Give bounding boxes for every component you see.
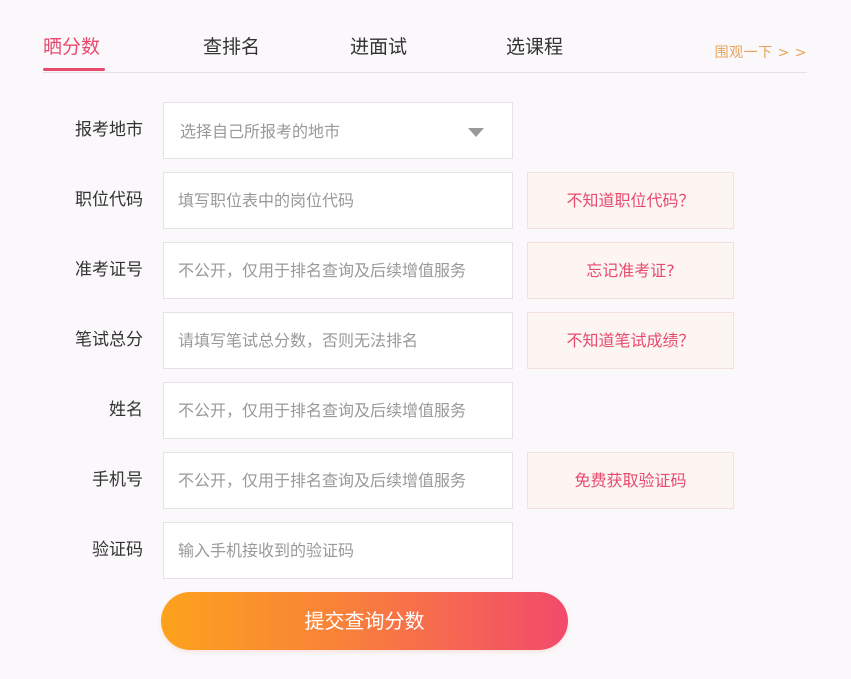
tab-bar: 晒分数 查排名 进面试 选课程 围观一下 > > (43, 0, 807, 73)
chevron-down-icon[interactable] (468, 128, 484, 137)
active-tab-indicator (43, 68, 105, 71)
unknown-written-score-button[interactable]: 不知道笔试成绩？ (527, 312, 734, 369)
phone-input[interactable] (164, 453, 512, 508)
name-label: 姓名 (109, 400, 143, 420)
tab-courses[interactable]: 选课程 (506, 32, 563, 59)
verify-code-row: 验证码 (0, 522, 851, 579)
region-row: 报考地市 选择自己所报考的地市 (0, 102, 851, 159)
name-field-wrap (163, 382, 513, 439)
tab-interview[interactable]: 进面试 (350, 32, 407, 59)
get-verify-code-button[interactable]: 免费获取验证码 (527, 452, 734, 509)
written-score-input[interactable] (164, 313, 512, 368)
region-select[interactable]: 选择自己所报考的地市 (163, 102, 513, 159)
position-code-row: 职位代码 不知道职位代码？ (0, 172, 851, 229)
phone-label: 手机号 (92, 470, 143, 490)
tab-check-ranking[interactable]: 查排名 (203, 32, 260, 59)
score-query-page: 晒分数 查排名 进面试 选课程 围观一下 > > 报考地市 选择自己所报考的地市… (0, 0, 851, 679)
submit-query-button[interactable]: 提交查询分数 (161, 592, 568, 650)
look-around-link[interactable]: 围观一下 > > (715, 42, 807, 62)
name-row: 姓名 (0, 382, 851, 439)
verify-code-input[interactable] (164, 523, 512, 578)
written-score-label: 笔试总分 (75, 330, 143, 350)
admission-ticket-label: 准考证号 (75, 260, 143, 280)
position-code-input[interactable] (164, 173, 512, 228)
verify-code-field-wrap (163, 522, 513, 579)
admission-ticket-row: 准考证号 忘记准考证? (0, 242, 851, 299)
region-label: 报考地市 (75, 120, 143, 140)
verify-code-label: 验证码 (92, 540, 143, 560)
phone-field-wrap (163, 452, 513, 509)
phone-row: 手机号 免费获取验证码 (0, 452, 851, 509)
admission-ticket-input[interactable] (164, 243, 512, 298)
written-score-field-wrap (163, 312, 513, 369)
written-score-row: 笔试总分 不知道笔试成绩？ (0, 312, 851, 369)
tab-share-score[interactable]: 晒分数 (43, 32, 100, 59)
forgot-admission-ticket-button[interactable]: 忘记准考证? (527, 242, 734, 299)
unknown-position-code-button[interactable]: 不知道职位代码？ (527, 172, 734, 229)
name-input[interactable] (164, 383, 512, 438)
region-select-value: 选择自己所报考的地市 (180, 122, 341, 141)
admission-ticket-field-wrap (163, 242, 513, 299)
position-code-label: 职位代码 (75, 190, 143, 210)
position-code-field-wrap (163, 172, 513, 229)
